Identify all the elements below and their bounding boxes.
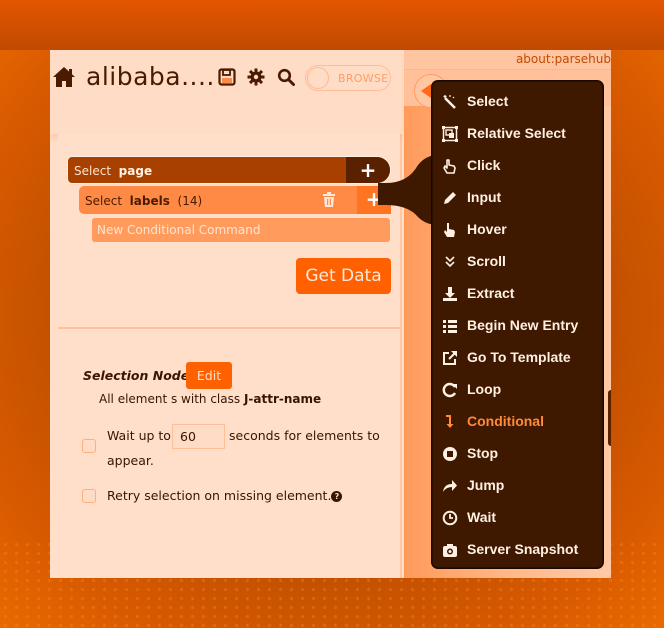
retry-checkbox[interactable] bbox=[82, 489, 96, 503]
relative-select-icon bbox=[442, 126, 458, 142]
menu-item-label: Wait bbox=[467, 509, 497, 525]
command-select-page[interactable]: Select page + bbox=[67, 156, 391, 184]
search-icon[interactable] bbox=[277, 68, 295, 86]
menu-item-click[interactable]: Click bbox=[433, 150, 604, 182]
menu-item-input[interactable]: Input bbox=[433, 182, 604, 214]
double-chevron-down-icon bbox=[445, 256, 455, 268]
menu-item-begin-new-entry[interactable]: Begin New Entry bbox=[433, 310, 604, 342]
url-bar[interactable]: about:parsehub bbox=[404, 50, 611, 70]
divider bbox=[58, 327, 400, 329]
project-header: alibaba.... BROWSE bbox=[50, 50, 402, 134]
command-select-labels[interactable]: Select labels (14) + bbox=[79, 186, 391, 214]
menu-item-label: Begin New Entry bbox=[467, 317, 579, 333]
edit-button[interactable]: Edit bbox=[186, 362, 232, 389]
wait-label-suffix-2: appear. bbox=[107, 453, 154, 468]
menu-item-go-to-template[interactable]: Go To Template bbox=[433, 342, 604, 374]
menu-item-label: Loop bbox=[467, 381, 502, 397]
menu-item-label: Jump bbox=[467, 477, 505, 493]
toggle-knob[interactable] bbox=[307, 67, 329, 89]
menu-item-label: Select bbox=[467, 93, 509, 109]
magic-wand-icon bbox=[443, 95, 456, 109]
clock-icon bbox=[442, 510, 458, 526]
command-label: Select page bbox=[74, 164, 153, 178]
save-icon[interactable] bbox=[218, 68, 236, 86]
pencil-icon bbox=[444, 192, 456, 204]
menu-item-jump[interactable]: Jump bbox=[433, 470, 604, 502]
project-title: alibaba.... bbox=[86, 62, 215, 91]
url-text: about:parsehub bbox=[515, 52, 611, 66]
command-new-conditional[interactable]: New Conditional Command bbox=[92, 218, 390, 242]
menu-item-select[interactable]: Select bbox=[433, 86, 604, 118]
background-top bbox=[0, 0, 664, 50]
share-arrow-icon bbox=[443, 480, 457, 492]
camera-icon bbox=[443, 544, 457, 557]
get-data-button[interactable]: Get Data bbox=[296, 258, 391, 294]
pointer-hand-icon bbox=[443, 159, 456, 174]
external-link-icon bbox=[443, 351, 457, 365]
menu-item-label: Input bbox=[467, 189, 502, 205]
menu-item-label: Server Snapshot bbox=[467, 541, 579, 557]
command-label: New Conditional Command bbox=[97, 223, 261, 237]
stop-icon bbox=[443, 447, 457, 461]
menu-item-label: Hover bbox=[467, 221, 507, 237]
menu-item-label: Extract bbox=[467, 285, 515, 301]
home-icon[interactable] bbox=[52, 66, 76, 88]
menu-item-label: Scroll bbox=[467, 253, 506, 269]
menu-item-conditional[interactable]: Conditional bbox=[433, 406, 604, 438]
left-panel: alibaba.... BROWSE Select page + Select … bbox=[50, 50, 402, 578]
menu-item-wait[interactable]: Wait bbox=[433, 502, 604, 534]
trash-icon[interactable] bbox=[322, 192, 336, 208]
menu-item-label: Relative Select bbox=[467, 125, 566, 141]
wait-seconds-input[interactable] bbox=[172, 424, 225, 449]
add-command-menu: Select Relative Select Click Input Hover Scro… bbox=[432, 81, 603, 568]
hover-hand-icon bbox=[444, 223, 455, 237]
menu-item-relative-select[interactable]: Relative Select bbox=[433, 118, 604, 150]
menu-item-hover[interactable]: Hover bbox=[433, 214, 604, 246]
menu-item-stop[interactable]: Stop bbox=[433, 438, 604, 470]
menu-item-server-snapshot[interactable]: Server Snapshot bbox=[433, 534, 604, 566]
menu-item-label: Click bbox=[467, 157, 501, 173]
wait-label-prefix: Wait up to bbox=[107, 428, 171, 443]
menu-item-label: Conditional bbox=[467, 413, 544, 429]
loop-icon bbox=[442, 382, 457, 398]
download-icon bbox=[443, 287, 457, 301]
list-icon bbox=[443, 320, 457, 333]
help-icon[interactable]: ? bbox=[331, 491, 343, 502]
conditional-arrow-icon bbox=[446, 415, 454, 428]
panel-edge-tab bbox=[608, 390, 611, 446]
gear-icon[interactable] bbox=[247, 68, 265, 86]
menu-item-loop[interactable]: Loop bbox=[433, 374, 604, 406]
command-label: Select labels (14) bbox=[85, 194, 203, 208]
browse-toggle-label: BROWSE bbox=[338, 72, 389, 85]
selection-node-label: Selection Node: bbox=[83, 368, 195, 383]
selection-description: All element s with class J-attr-name bbox=[99, 392, 322, 406]
wait-checkbox[interactable] bbox=[82, 439, 96, 453]
menu-item-scroll[interactable]: Scroll bbox=[433, 246, 604, 278]
retry-label: Retry selection on missing element.? bbox=[107, 483, 343, 509]
menu-item-label: Stop bbox=[467, 445, 499, 461]
menu-item-label: Go To Template bbox=[467, 349, 571, 365]
menu-item-extract[interactable]: Extract bbox=[433, 278, 604, 310]
command-tree: Select page + Select labels (14) + New C… bbox=[58, 134, 400, 578]
wait-label-suffix: seconds for elements to bbox=[229, 428, 380, 443]
browse-toggle[interactable]: BROWSE bbox=[305, 65, 391, 91]
menu-connector bbox=[378, 155, 438, 225]
